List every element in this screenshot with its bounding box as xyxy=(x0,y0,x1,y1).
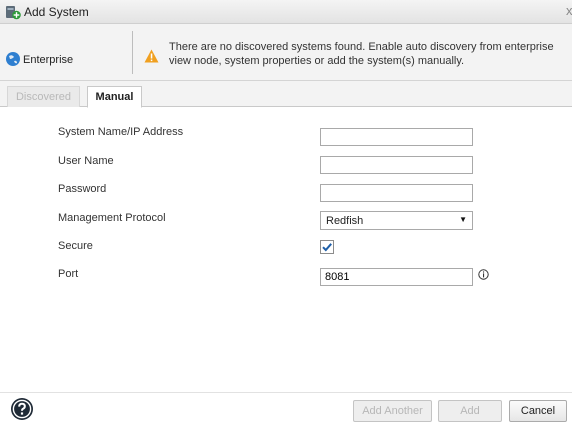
tab-discovered[interactable]: Discovered xyxy=(7,86,80,107)
secure-label: Secure xyxy=(58,240,93,252)
warning-message: There are no discovered systems found. E… xyxy=(169,41,554,67)
header-divider xyxy=(132,31,133,74)
dialog-titlebar: Add System x xyxy=(0,0,572,24)
password-label: Password xyxy=(58,183,107,195)
tab-manual[interactable]: Manual xyxy=(87,86,142,108)
system-name-input[interactable] xyxy=(320,128,473,146)
dialog-header: Enterprise There are no discovered syste… xyxy=(0,24,572,81)
footer-divider xyxy=(0,392,572,393)
management-protocol-label: Management Protocol xyxy=(58,212,166,224)
add-system-icon xyxy=(6,6,21,20)
checkmark-icon xyxy=(322,243,332,252)
globe-icon xyxy=(6,52,20,66)
tab-strip: Discovered Manual xyxy=(0,81,572,108)
port-label: Port xyxy=(58,268,79,280)
cancel-button[interactable]: Cancel xyxy=(509,400,567,422)
system-name-label: System Name/IP Address xyxy=(58,126,184,138)
info-icon[interactable] xyxy=(478,269,489,280)
user-name-label: User Name xyxy=(58,155,114,167)
close-button[interactable]: x xyxy=(566,3,572,18)
chevron-down-icon: ▼ xyxy=(459,215,467,224)
help-icon[interactable] xyxy=(10,397,34,421)
warning-icon xyxy=(144,49,159,63)
management-protocol-select[interactable]: Redfish ▼ xyxy=(320,211,473,230)
secure-checkbox[interactable] xyxy=(320,240,334,254)
add-button[interactable]: Add xyxy=(438,400,502,422)
add-another-button[interactable]: Add Another xyxy=(353,400,432,422)
password-input[interactable] xyxy=(320,184,473,202)
management-protocol-value: Redfish xyxy=(326,215,364,227)
dialog-title: Add System xyxy=(24,5,89,19)
port-input[interactable] xyxy=(320,268,473,286)
user-name-input[interactable] xyxy=(320,156,473,174)
enterprise-nav-label[interactable]: Enterprise xyxy=(23,54,73,66)
